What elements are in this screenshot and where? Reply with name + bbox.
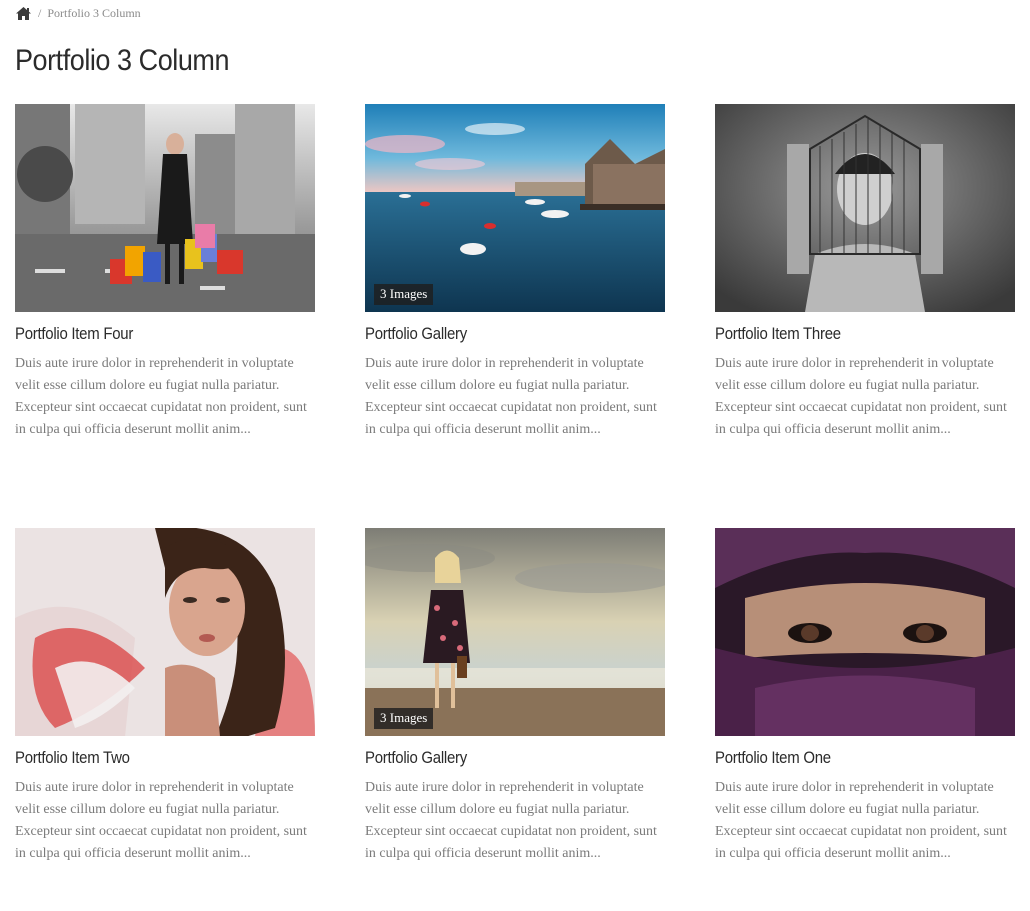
portfolio-item-description: Duis aute irure dolor in reprehenderit i… [715, 780, 1007, 861]
image-count-badge: 3 Images [374, 708, 434, 729]
image-count-badge: 3 Images [374, 284, 434, 305]
portfolio-item-title[interactable]: Portfolio Item One [715, 748, 979, 768]
portfolio-item-description: Duis aute irure dolor in reprehenderit i… [365, 356, 657, 437]
portfolio-thumbnail[interactable] [15, 104, 315, 312]
portfolio-item-title[interactable]: Portfolio Gallery [365, 748, 629, 768]
portfolio-item-title[interactable]: Portfolio Item Three [715, 324, 979, 344]
portfolio-thumbnail[interactable]: 3 Images [365, 528, 665, 736]
breadcrumb: / Portfolio 3 Column [15, 6, 141, 21]
portfolio-thumbnail[interactable] [715, 104, 1015, 312]
red-ruffle-portrait-image [15, 528, 315, 736]
portfolio-thumbnail[interactable]: 3 Images [365, 104, 665, 312]
portfolio-item: Portfolio Item Two Duis aute irure dolor… [15, 528, 315, 865]
portfolio-thumbnail[interactable] [15, 528, 315, 736]
portfolio-item: 3 Images Portfolio Gallery Duis aute iru… [365, 104, 665, 441]
portfolio-item: Portfolio Item One Duis aute irure dolor… [715, 528, 1015, 865]
portfolio-item-description: Duis aute irure dolor in reprehenderit i… [15, 780, 307, 861]
portfolio-item: 3 Images Portfolio Gallery Duis aute iru… [365, 528, 665, 865]
birdcage-portrait-image [715, 104, 1015, 312]
portfolio-item-title[interactable]: Portfolio Item Four [15, 324, 279, 344]
portfolio-item-title[interactable]: Portfolio Item Two [15, 748, 279, 768]
portfolio-thumbnail[interactable] [715, 528, 1015, 736]
breadcrumb-current: Portfolio 3 Column [47, 6, 141, 20]
portfolio-item-title[interactable]: Portfolio Gallery [365, 324, 629, 344]
portfolio-item: Portfolio Item Three Duis aute irure dol… [715, 104, 1015, 441]
city-shopping-image [15, 104, 315, 312]
portfolio-item-description: Duis aute irure dolor in reprehenderit i… [15, 356, 307, 437]
portfolio-item: Portfolio Item Four Duis aute irure dolo… [15, 104, 315, 441]
page-title: Portfolio 3 Column [15, 44, 230, 77]
purple-veil-image [715, 528, 1015, 736]
harbor-image [365, 104, 665, 312]
breadcrumb-separator: / [38, 6, 42, 20]
breadcrumb-home-link[interactable] [15, 6, 32, 21]
beach-dress-image [365, 528, 665, 736]
portfolio-item-description: Duis aute irure dolor in reprehenderit i… [715, 356, 1007, 437]
home-icon [16, 7, 31, 20]
portfolio-item-description: Duis aute irure dolor in reprehenderit i… [365, 780, 657, 861]
